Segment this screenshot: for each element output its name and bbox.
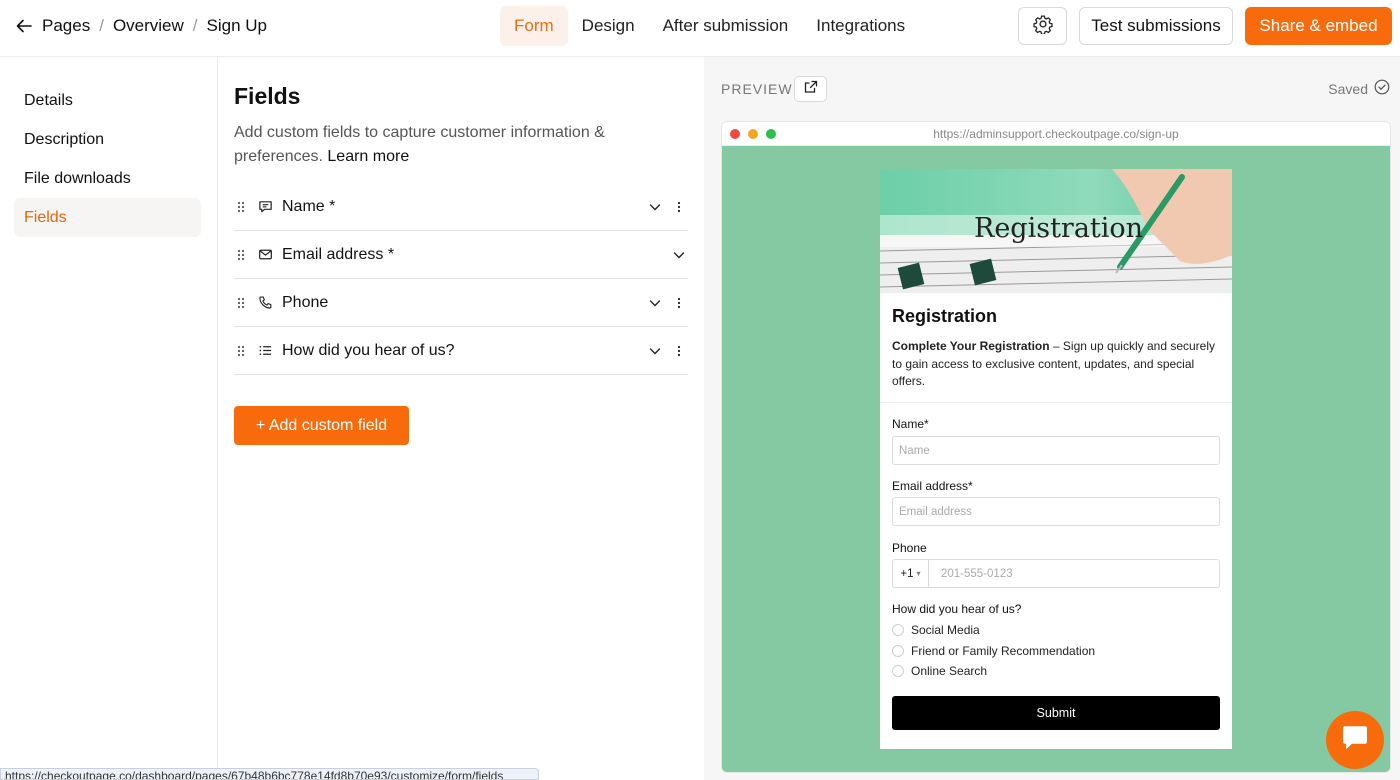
test-submissions-button[interactable]: Test submissions <box>1079 7 1233 45</box>
drag-handle-icon[interactable] <box>236 345 250 357</box>
description-text: Add custom fields to capture customer in… <box>234 124 605 165</box>
drag-handle-icon[interactable] <box>236 201 250 213</box>
field-label: Phone <box>282 293 329 311</box>
name-label: Name* <box>892 417 929 431</box>
hero-title: Registration <box>974 213 1144 244</box>
fields-description: Add custom fields to capture customer in… <box>234 121 674 169</box>
settings-sidebar: Details Description File downloads Field… <box>0 57 218 780</box>
share-embed-button[interactable]: Share & embed <box>1245 7 1392 45</box>
radio-button[interactable] <box>892 645 904 657</box>
preview-canvas: Registration Registration Complete Your … <box>722 146 1390 772</box>
breadcrumb-overview[interactable]: Overview <box>113 16 184 36</box>
more-options-icon[interactable] <box>674 199 684 215</box>
learn-more-link[interactable]: Learn more <box>327 148 409 165</box>
chat-launcher-button[interactable] <box>1326 711 1384 769</box>
name-input[interactable]: Name <box>892 436 1220 465</box>
tab-after-submission[interactable]: After submission <box>649 6 803 46</box>
page-title: Fields <box>234 83 301 109</box>
top-bar: Pages / Overview / Sign Up Form Design A… <box>0 0 1400 57</box>
breadcrumb: Pages / Overview / Sign Up <box>14 0 267 52</box>
browser-status-bar: https://checkoutpage.co/dashboard/pages/… <box>0 768 539 780</box>
form-card: Registration Registration Complete Your … <box>880 169 1232 749</box>
browser-bar: https://adminsupport.checkoutpage.co/sig… <box>722 122 1390 146</box>
settings-button[interactable] <box>1018 7 1067 45</box>
form-title: Registration <box>892 306 998 326</box>
save-status-text: Saved <box>1328 80 1368 97</box>
breadcrumb-current: Sign Up <box>206 16 268 35</box>
preview-panel: PREVIEW Saved https://adminsupport.check… <box>704 57 1400 780</box>
sidebar-item-description[interactable]: Description <box>14 120 201 159</box>
chevron-down-icon[interactable] <box>672 247 688 263</box>
hero-image: Registration <box>880 169 1232 293</box>
field-label: Email address * <box>282 245 395 263</box>
country-code-select[interactable]: +1 ▾ <box>893 560 929 587</box>
radio-option[interactable]: Online Search <box>892 664 987 678</box>
save-status: Saved <box>1328 79 1390 98</box>
drag-handle-icon[interactable] <box>236 249 250 261</box>
mail-icon <box>258 247 274 263</box>
intro-heading: Complete Your Registration <box>892 339 1050 353</box>
radio-button[interactable] <box>892 624 904 636</box>
field-row-email[interactable]: Email address * <box>234 231 688 279</box>
submit-button[interactable]: Submit <box>892 696 1220 730</box>
more-options-icon[interactable] <box>674 343 684 359</box>
sidebar-item-file-downloads[interactable]: File downloads <box>14 159 201 198</box>
breadcrumb-pages[interactable]: Pages <box>42 16 90 36</box>
external-link-icon <box>804 80 818 99</box>
breadcrumb-separator: / <box>192 16 198 35</box>
field-label: How did you hear of us? <box>282 341 455 359</box>
field-label: Name * <box>282 197 336 215</box>
radio-button[interactable] <box>892 665 904 677</box>
fields-panel: Fields Add custom fields to capture cust… <box>218 57 704 780</box>
browser-frame: https://adminsupport.checkoutpage.co/sig… <box>721 121 1391 773</box>
tab-design[interactable]: Design <box>568 6 649 46</box>
chevron-down-icon[interactable] <box>648 295 664 311</box>
form-intro: Complete Your Registration – Sign up qui… <box>892 338 1222 391</box>
drag-handle-icon[interactable] <box>236 297 250 309</box>
sidebar-item-details[interactable]: Details <box>14 81 201 120</box>
source-label: How did you hear of us? <box>892 602 1022 616</box>
radio-option[interactable]: Friend or Family Recommendation <box>892 644 1095 658</box>
breadcrumb-separator: / <box>99 16 104 35</box>
field-row-name[interactable]: Name * <box>234 183 688 231</box>
chevron-down-icon[interactable] <box>648 343 664 359</box>
email-label: Email address* <box>892 479 973 493</box>
tab-form[interactable]: Form <box>500 6 568 46</box>
check-circle-icon <box>1374 79 1390 98</box>
divider <box>880 402 1232 403</box>
sidebar-item-fields[interactable]: Fields <box>14 198 201 237</box>
field-row-source[interactable]: How did you hear of us? <box>234 327 688 375</box>
chevron-down-icon[interactable] <box>648 199 664 215</box>
phone-label: Phone <box>892 541 927 555</box>
phone-placeholder: 201-555-0123 <box>941 567 1013 580</box>
back-arrow-icon[interactable] <box>14 15 36 37</box>
preview-label: PREVIEW <box>721 81 793 97</box>
more-options-icon[interactable] <box>674 295 684 311</box>
text-field-icon <box>258 199 274 215</box>
phone-icon <box>258 295 274 311</box>
gear-icon <box>1032 14 1053 39</box>
tab-integrations[interactable]: Integrations <box>802 6 919 46</box>
phone-input[interactable]: +1 ▾ 201-555-0123 <box>892 559 1220 588</box>
add-custom-field-button[interactable]: + Add custom field <box>234 406 409 445</box>
email-input[interactable]: Email address <box>892 497 1220 526</box>
radio-option[interactable]: Social Media <box>892 623 980 637</box>
chat-bubble-icon <box>1341 725 1369 756</box>
list-icon <box>258 343 274 359</box>
field-row-phone[interactable]: Phone <box>234 279 688 327</box>
open-preview-button[interactable] <box>794 76 827 102</box>
preview-url: https://adminsupport.checkoutpage.co/sig… <box>933 127 1179 141</box>
editor-tabs: Form Design After submission Integration… <box>500 6 919 46</box>
